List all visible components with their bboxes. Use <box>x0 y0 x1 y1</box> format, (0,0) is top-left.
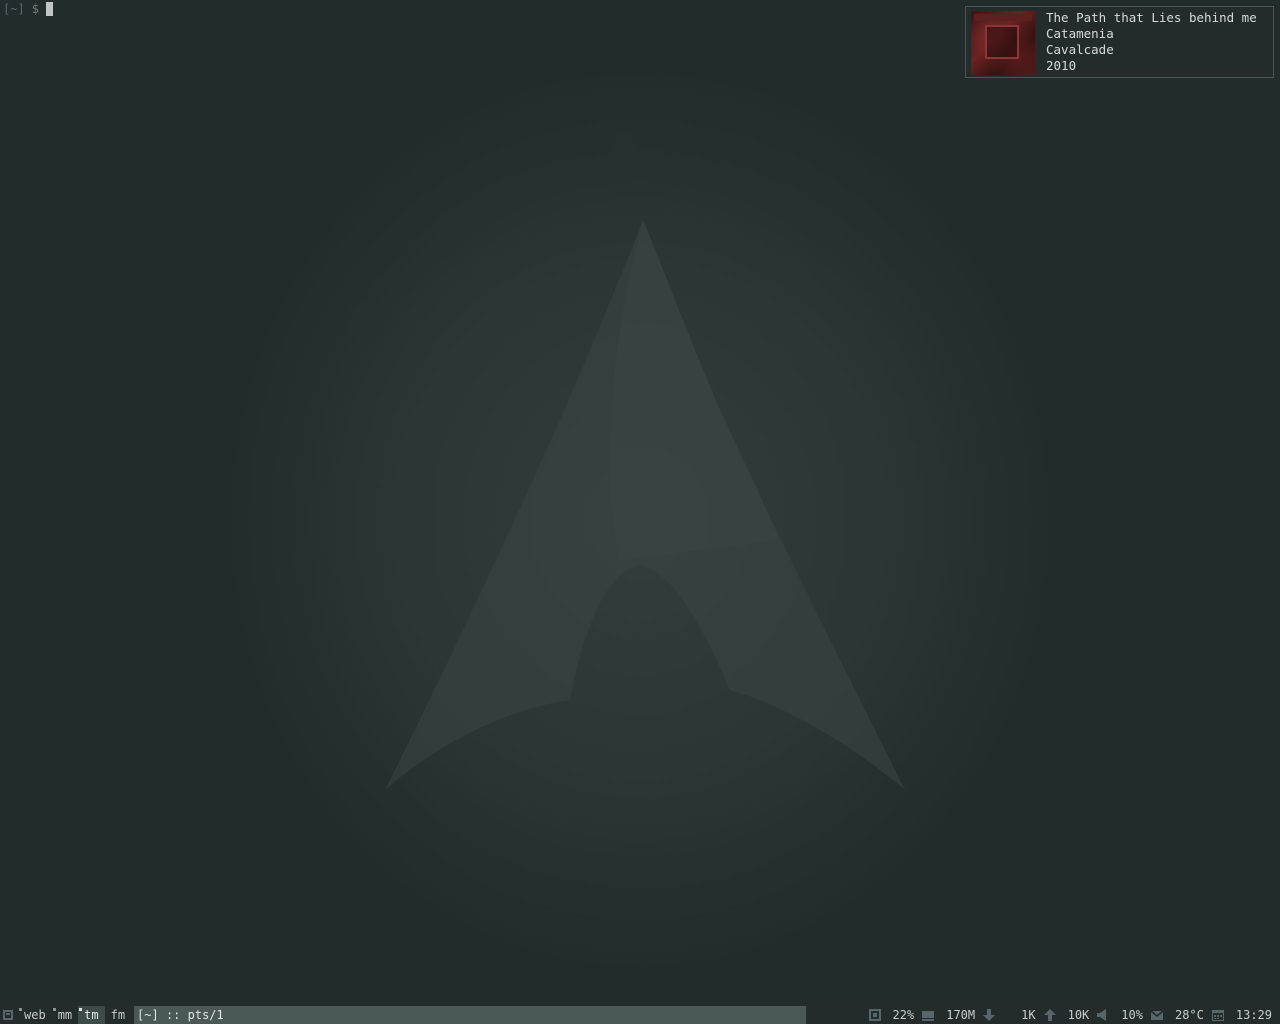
cpu-status: 22% <box>868 1006 915 1024</box>
volume-value: 10% <box>1121 1008 1143 1022</box>
temperature-status: 28°C <box>1150 1006 1204 1024</box>
upload-status: 10K <box>1043 1006 1090 1024</box>
track-title: The Path that Lies behind me <box>1046 10 1257 25</box>
download-value: 1K <box>1021 1008 1036 1022</box>
calendar-icon <box>1211 1010 1224 1021</box>
upload-value: 10K <box>1067 1008 1090 1022</box>
memory-status: 170M <box>922 1006 975 1024</box>
workspace-web[interactable]: web <box>18 1006 52 1024</box>
clock-status[interactable]: 13:29 <box>1211 1006 1272 1024</box>
memory-value: 170M <box>946 1008 976 1022</box>
temperature-value: 28°C <box>1174 1008 1204 1022</box>
workspace-mm[interactable]: mm <box>52 1006 78 1024</box>
cpu-icon <box>868 1009 881 1021</box>
status-bar: web mm tm fm [~] :: pts/1 22% 170M 1K 10… <box>0 1006 1280 1024</box>
album-cover-image <box>971 11 1035 75</box>
workspace-label: tm <box>84 1008 99 1022</box>
track-album: Cavalcade <box>1046 42 1114 57</box>
arrow-up-icon <box>1043 1009 1056 1021</box>
system-status: 22% 170M 1K 10K 10% 28°C 13:29 <box>806 1006 1280 1024</box>
track-info: The Path that Lies behind me Catamenia C… <box>1046 10 1257 74</box>
workspace-tm[interactable]: tm <box>78 1006 105 1024</box>
track-artist: Catamenia <box>1046 26 1114 41</box>
memory-icon <box>922 1011 935 1021</box>
track-year: 2010 <box>1046 58 1077 73</box>
workspace-label: web <box>24 1008 46 1022</box>
mail-icon <box>1150 1010 1163 1020</box>
prompt-symbol: $ <box>31 2 39 16</box>
clock-value: 13:29 <box>1235 1008 1272 1022</box>
arch-wallpaper <box>220 80 1060 960</box>
workspace-label: fm <box>110 1008 126 1022</box>
layout-icon[interactable] <box>3 1010 13 1020</box>
workspace-label: mm <box>57 1008 73 1022</box>
volume-status[interactable]: 10% <box>1097 1006 1143 1024</box>
text-cursor <box>45 2 53 16</box>
terminal-prompt[interactable]: [~] $ <box>3 1 53 17</box>
window-title[interactable]: [~] :: pts/1 <box>134 1006 807 1024</box>
now-playing-notification[interactable]: The Path that Lies behind me Catamenia C… <box>965 6 1274 78</box>
arrow-down-icon <box>983 1009 996 1021</box>
speaker-icon <box>1097 1009 1107 1021</box>
workspace-fm[interactable]: fm <box>105 1006 131 1024</box>
cpu-value: 22% <box>892 1008 915 1022</box>
prompt-cwd: [~] <box>3 2 25 16</box>
download-status: 1K <box>983 1006 1036 1024</box>
desktop: [~] $ The Path that Lies behind me Catame… <box>0 0 1280 1024</box>
